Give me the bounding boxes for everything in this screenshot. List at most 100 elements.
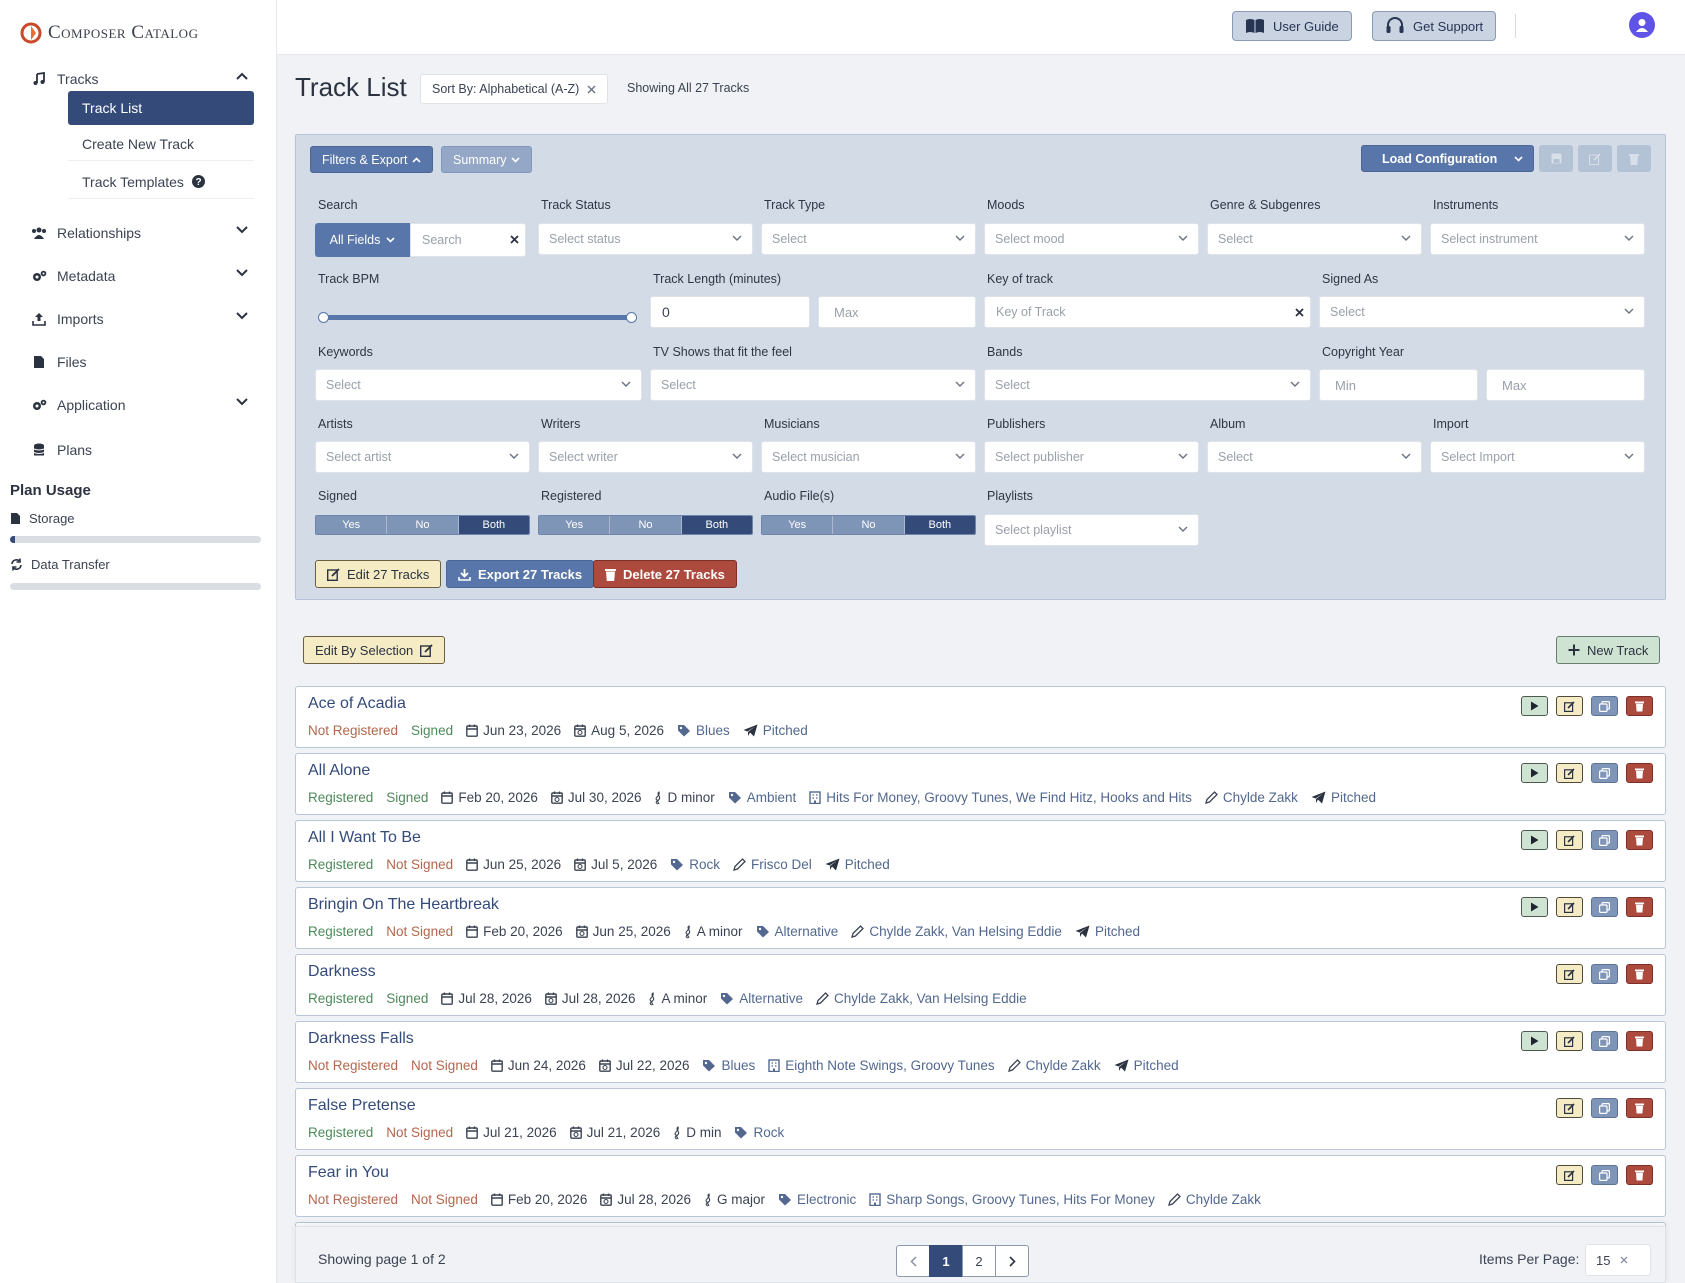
bands-select[interactable]: Select (984, 369, 1311, 401)
signed-as-select[interactable]: Select (1319, 296, 1645, 328)
playlists-select[interactable]: Select playlist (984, 514, 1199, 546)
avatar[interactable] (1629, 12, 1655, 38)
search-input[interactable]: Search (410, 223, 526, 257)
clear-search-icon[interactable] (510, 235, 519, 244)
play-button[interactable] (1521, 696, 1548, 716)
new-track-button[interactable]: New Track (1556, 636, 1661, 664)
save-config-button[interactable] (1539, 145, 1573, 172)
brand-logo[interactable]: Composer Catalog (20, 22, 198, 44)
instruments-select[interactable]: Select instrument (1430, 223, 1645, 255)
edit-track-button[interactable] (1556, 830, 1583, 850)
track-title[interactable]: Ace of Acadia (308, 695, 406, 713)
nav-tracks[interactable]: Tracks (30, 67, 250, 91)
delete-track-button[interactable] (1626, 696, 1653, 716)
copyright-max-input[interactable]: Max (1486, 369, 1645, 401)
sidebar-item-create-new-track[interactable]: Create New Track (68, 127, 254, 161)
audio-yes-option[interactable]: Yes (762, 516, 833, 534)
signed-yes-option[interactable]: Yes (316, 516, 387, 534)
edit-track-button[interactable] (1556, 1031, 1583, 1051)
edit-track-button[interactable] (1556, 897, 1583, 917)
nav-relationships[interactable]: Relationships (30, 221, 250, 245)
audio-no-option[interactable]: No (832, 516, 904, 534)
nav-files[interactable]: Files (30, 350, 250, 374)
help-circle-icon[interactable]: ? (191, 175, 205, 188)
edit-by-selection-button[interactable]: Edit By Selection (303, 636, 446, 664)
edit-track-button[interactable] (1556, 1165, 1583, 1185)
moods-select[interactable]: Select mood (984, 223, 1199, 255)
delete-track-button[interactable] (1626, 964, 1653, 984)
track-title[interactable]: All Alone (308, 762, 370, 780)
delete-track-button[interactable] (1626, 763, 1653, 783)
delete-track-button[interactable] (1626, 897, 1653, 917)
signed-both-option[interactable]: Both (457, 516, 529, 534)
duplicate-track-button[interactable] (1591, 1165, 1618, 1185)
writers-select[interactable]: Select writer (538, 441, 753, 473)
track-title[interactable]: False Pretense (308, 1097, 416, 1115)
clear-key-icon[interactable] (1295, 308, 1304, 317)
duplicate-track-button[interactable] (1591, 763, 1618, 783)
tv-shows-select[interactable]: Select (650, 369, 976, 401)
track-title[interactable]: Darkness Falls (308, 1030, 414, 1048)
track-title[interactable]: Darkness (308, 963, 376, 981)
search-scope-select[interactable]: All Fields (315, 223, 410, 257)
registered-yes-option[interactable]: Yes (539, 516, 610, 534)
delete-tracks-button[interactable]: Delete 27 Tracks (593, 560, 737, 588)
load-configuration-button[interactable]: Load Configuration (1361, 145, 1534, 172)
track-title[interactable]: All I Want To Be (308, 829, 421, 847)
edit-track-button[interactable] (1556, 964, 1583, 984)
sidebar-item-track-list[interactable]: Track List (68, 91, 254, 125)
musicians-select[interactable]: Select musician (761, 441, 976, 473)
next-page-button[interactable] (995, 1245, 1029, 1277)
duplicate-track-button[interactable] (1591, 897, 1618, 917)
nav-metadata[interactable]: Metadata (30, 264, 250, 288)
delete-track-button[interactable] (1626, 1098, 1653, 1118)
items-per-page-select[interactable]: 15 (1585, 1244, 1651, 1276)
duplicate-track-button[interactable] (1591, 1098, 1618, 1118)
publishers-select[interactable]: Select publisher (984, 441, 1199, 473)
export-tracks-button[interactable]: Export 27 Tracks (446, 560, 595, 588)
edit-track-button[interactable] (1556, 1098, 1583, 1118)
track-type-select[interactable]: Select (761, 223, 976, 255)
duplicate-track-button[interactable] (1591, 696, 1618, 716)
play-button[interactable] (1521, 763, 1548, 783)
edit-tracks-button[interactable]: Edit 27 Tracks (315, 560, 442, 588)
track-title[interactable]: Fear in You (308, 1164, 389, 1182)
nav-application[interactable]: Application (30, 393, 250, 417)
delete-config-button[interactable] (1617, 145, 1651, 172)
nav-plans[interactable]: Plans (30, 438, 250, 462)
artists-select[interactable]: Select artist (315, 441, 530, 473)
edit-track-button[interactable] (1556, 696, 1583, 716)
bpm-max-handle[interactable] (626, 312, 637, 323)
sidebar-item-track-templates[interactable]: Track Templates ? (68, 165, 254, 199)
length-min-input[interactable]: 0 (650, 296, 810, 328)
edit-config-button[interactable] (1578, 145, 1612, 172)
signed-no-option[interactable]: No (386, 516, 458, 534)
keywords-select[interactable]: Select (315, 369, 642, 401)
filters-export-toggle[interactable]: Filters & Export (310, 146, 434, 173)
delete-track-button[interactable] (1626, 1165, 1653, 1185)
play-button[interactable] (1521, 897, 1548, 917)
summary-toggle[interactable]: Summary (441, 146, 533, 173)
import-select[interactable]: Select Import (1430, 441, 1645, 473)
audio-both-option[interactable]: Both (903, 516, 975, 534)
delete-track-button[interactable] (1626, 830, 1653, 850)
genre-select[interactable]: Select (1207, 223, 1422, 255)
track-status-select[interactable]: Select status (538, 223, 753, 255)
track-title[interactable]: Bringin On The Heartbreak (308, 896, 499, 914)
nav-imports[interactable]: Imports (30, 307, 250, 331)
key-input[interactable]: Key of Track (984, 296, 1311, 328)
album-select[interactable]: Select (1207, 441, 1422, 473)
length-max-input[interactable]: Max (818, 296, 976, 328)
duplicate-track-button[interactable] (1591, 964, 1618, 984)
page-2-button[interactable]: 2 (962, 1245, 996, 1277)
close-icon[interactable] (587, 85, 596, 94)
get-support-button[interactable]: Get Support (1372, 11, 1497, 41)
play-button[interactable] (1521, 1031, 1548, 1051)
copyright-min-input[interactable]: Min (1319, 369, 1478, 401)
edit-track-button[interactable] (1556, 763, 1583, 783)
page-1-button[interactable]: 1 (929, 1245, 963, 1277)
close-icon[interactable] (1620, 1256, 1628, 1264)
sort-chip[interactable]: Sort By: Alphabetical (A-Z) (420, 74, 609, 104)
delete-track-button[interactable] (1626, 1031, 1653, 1051)
duplicate-track-button[interactable] (1591, 830, 1618, 850)
